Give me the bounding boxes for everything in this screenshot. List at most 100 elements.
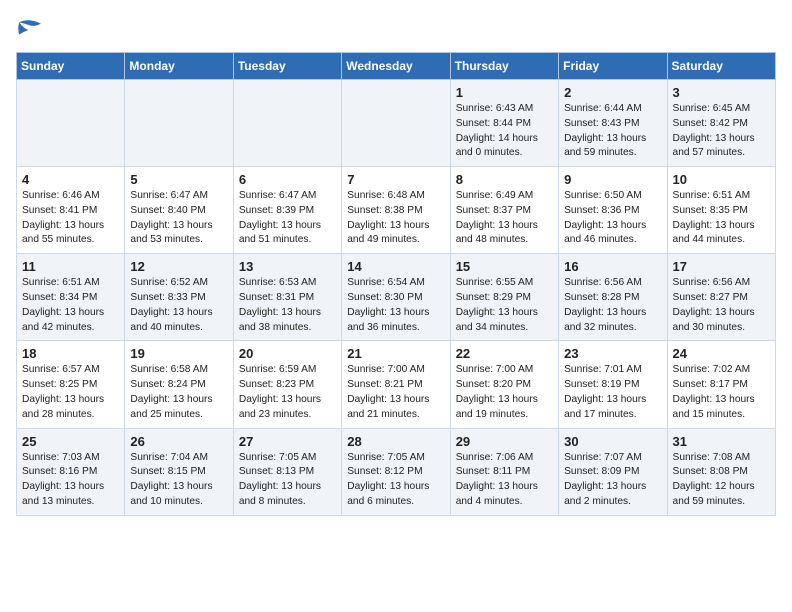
calendar-cell: 15Sunrise: 6:55 AM Sunset: 8:29 PM Dayli… bbox=[450, 254, 558, 341]
day-number: 29 bbox=[456, 434, 553, 449]
day-info: Sunrise: 6:57 AM Sunset: 8:25 PM Dayligh… bbox=[22, 363, 119, 422]
calendar-cell: 16 Sunrise: 6:56 AM Sunset: 8:28 PM Dayli… bbox=[559, 254, 667, 341]
day-number: 11 bbox=[22, 259, 119, 274]
day-number: 28 bbox=[347, 434, 444, 449]
calendar-cell: 23 Sunrise: 7:01 AM Sunset: 8:19 PM Dayli… bbox=[559, 341, 667, 428]
header-row: SundayMondayTuesdayWednesdayThursdayFrid… bbox=[17, 53, 776, 80]
header-monday: Monday bbox=[125, 53, 233, 80]
day-info: Sunrise: 6:53 AM Sunset: 8:31 PM Dayligh… bbox=[239, 276, 336, 335]
day-number: 30 bbox=[564, 434, 661, 449]
day-info: Sunrise: 7:00 AM Sunset: 8:20 PM Dayligh… bbox=[456, 363, 553, 422]
logo-icon bbox=[16, 16, 44, 44]
calendar-cell: 14Sunrise: 6:54 AM Sunset: 8:30 PM Dayli… bbox=[342, 254, 450, 341]
day-info: Sunrise: 6:58 AM Sunset: 8:24 PM Dayligh… bbox=[130, 363, 227, 422]
calendar-cell: 25 Sunrise: 7:03 AM Sunset: 8:16 PM Dayli… bbox=[17, 428, 125, 515]
calendar-cell: 20 Sunrise: 6:59 AM Sunset: 8:23 PM Dayli… bbox=[233, 341, 341, 428]
page-header bbox=[16, 16, 776, 44]
day-info: Sunrise: 6:47 AM Sunset: 8:39 PM Dayligh… bbox=[239, 189, 336, 248]
day-number: 17 bbox=[673, 259, 770, 274]
day-info: Sunrise: 6:54 AM Sunset: 8:30 PM Dayligh… bbox=[347, 276, 444, 335]
calendar-cell: 10 Sunrise: 6:51 AM Sunset: 8:35 PM Dayli… bbox=[667, 167, 775, 254]
day-number: 13 bbox=[239, 259, 336, 274]
day-info: Sunrise: 6:46 AM Sunset: 8:41 PM Dayligh… bbox=[22, 189, 119, 248]
calendar-cell: 1 Sunrise: 6:43 AM Sunset: 8:44 PM Daylig… bbox=[450, 80, 558, 167]
day-number: 4 bbox=[22, 172, 119, 187]
header-thursday: Thursday bbox=[450, 53, 558, 80]
calendar-cell: 19 Sunrise: 6:58 AM Sunset: 8:24 PM Dayli… bbox=[125, 341, 233, 428]
day-info: Sunrise: 7:03 AM Sunset: 8:16 PM Dayligh… bbox=[22, 451, 119, 510]
day-number: 31 bbox=[673, 434, 770, 449]
day-number: 20 bbox=[239, 346, 336, 361]
day-info: Sunrise: 6:45 AM Sunset: 8:42 PM Dayligh… bbox=[673, 102, 770, 161]
day-info: Sunrise: 6:47 AM Sunset: 8:40 PM Dayligh… bbox=[130, 189, 227, 248]
calendar-cell: 27 Sunrise: 7:05 AM Sunset: 8:13 PM Dayli… bbox=[233, 428, 341, 515]
calendar-cell: 12 Sunrise: 6:52 AM Sunset: 8:33 PM Dayli… bbox=[125, 254, 233, 341]
calendar-cell: 3 Sunrise: 6:45 AM Sunset: 8:42 PM Daylig… bbox=[667, 80, 775, 167]
day-info: Sunrise: 7:01 AM Sunset: 8:19 PM Dayligh… bbox=[564, 363, 661, 422]
day-info: Sunrise: 6:51 AM Sunset: 8:34 PM Dayligh… bbox=[22, 276, 119, 335]
day-number: 8 bbox=[456, 172, 553, 187]
day-info: Sunrise: 6:48 AM Sunset: 8:38 PM Dayligh… bbox=[347, 189, 444, 248]
day-number: 12 bbox=[130, 259, 227, 274]
calendar-table: SundayMondayTuesdayWednesdayThursdayFrid… bbox=[16, 52, 776, 516]
day-number: 25 bbox=[22, 434, 119, 449]
calendar-cell bbox=[17, 80, 125, 167]
week-row-1: 4 Sunrise: 6:46 AM Sunset: 8:41 PM Daylig… bbox=[17, 167, 776, 254]
day-number: 24 bbox=[673, 346, 770, 361]
day-info: Sunrise: 6:51 AM Sunset: 8:35 PM Dayligh… bbox=[673, 189, 770, 248]
calendar-cell: 28 Sunrise: 7:05 AM Sunset: 8:12 PM Dayli… bbox=[342, 428, 450, 515]
week-row-4: 25 Sunrise: 7:03 AM Sunset: 8:16 PM Dayli… bbox=[17, 428, 776, 515]
day-info: Sunrise: 7:02 AM Sunset: 8:17 PM Dayligh… bbox=[673, 363, 770, 422]
calendar-header: SundayMondayTuesdayWednesdayThursdayFrid… bbox=[17, 53, 776, 80]
calendar-cell: 4 Sunrise: 6:46 AM Sunset: 8:41 PM Daylig… bbox=[17, 167, 125, 254]
day-number: 22 bbox=[456, 346, 553, 361]
day-info: Sunrise: 6:49 AM Sunset: 8:37 PM Dayligh… bbox=[456, 189, 553, 248]
day-info: Sunrise: 6:59 AM Sunset: 8:23 PM Dayligh… bbox=[239, 363, 336, 422]
day-info: Sunrise: 6:43 AM Sunset: 8:44 PM Dayligh… bbox=[456, 102, 553, 161]
week-row-3: 18 Sunrise: 6:57 AM Sunset: 8:25 PM Dayli… bbox=[17, 341, 776, 428]
day-number: 9 bbox=[564, 172, 661, 187]
day-number: 1 bbox=[456, 85, 553, 100]
calendar-cell: 17 Sunrise: 6:56 AM Sunset: 8:27 PM Dayli… bbox=[667, 254, 775, 341]
calendar-cell: 8 Sunrise: 6:49 AM Sunset: 8:37 PM Daylig… bbox=[450, 167, 558, 254]
day-info: Sunrise: 7:04 AM Sunset: 8:15 PM Dayligh… bbox=[130, 451, 227, 510]
day-number: 3 bbox=[673, 85, 770, 100]
week-row-0: 1 Sunrise: 6:43 AM Sunset: 8:44 PM Daylig… bbox=[17, 80, 776, 167]
calendar-cell: 31 Sunrise: 7:08 AM Sunset: 8:08 PM Dayli… bbox=[667, 428, 775, 515]
day-number: 26 bbox=[130, 434, 227, 449]
day-number: 27 bbox=[239, 434, 336, 449]
day-info: Sunrise: 7:06 AM Sunset: 8:11 PM Dayligh… bbox=[456, 451, 553, 510]
day-info: Sunrise: 7:00 AM Sunset: 8:21 PM Dayligh… bbox=[347, 363, 444, 422]
day-number: 7 bbox=[347, 172, 444, 187]
day-number: 2 bbox=[564, 85, 661, 100]
day-info: Sunrise: 6:52 AM Sunset: 8:33 PM Dayligh… bbox=[130, 276, 227, 335]
day-info: Sunrise: 6:56 AM Sunset: 8:28 PM Dayligh… bbox=[564, 276, 661, 335]
calendar-cell: 24 Sunrise: 7:02 AM Sunset: 8:17 PM Dayli… bbox=[667, 341, 775, 428]
calendar-cell: 6Sunrise: 6:47 AM Sunset: 8:39 PM Daylig… bbox=[233, 167, 341, 254]
calendar-cell: 21Sunrise: 7:00 AM Sunset: 8:21 PM Dayli… bbox=[342, 341, 450, 428]
day-info: Sunrise: 7:05 AM Sunset: 8:12 PM Dayligh… bbox=[347, 451, 444, 510]
calendar-cell: 13 Sunrise: 6:53 AM Sunset: 8:31 PM Dayli… bbox=[233, 254, 341, 341]
day-info: Sunrise: 6:44 AM Sunset: 8:43 PM Dayligh… bbox=[564, 102, 661, 161]
calendar-cell: 26 Sunrise: 7:04 AM Sunset: 8:15 PM Dayli… bbox=[125, 428, 233, 515]
header-saturday: Saturday bbox=[667, 53, 775, 80]
day-number: 23 bbox=[564, 346, 661, 361]
day-info: Sunrise: 7:08 AM Sunset: 8:08 PM Dayligh… bbox=[673, 451, 770, 510]
day-info: Sunrise: 6:50 AM Sunset: 8:36 PM Dayligh… bbox=[564, 189, 661, 248]
day-number: 16 bbox=[564, 259, 661, 274]
day-number: 15 bbox=[456, 259, 553, 274]
week-row-2: 11 Sunrise: 6:51 AM Sunset: 8:34 PM Dayli… bbox=[17, 254, 776, 341]
day-info: Sunrise: 7:05 AM Sunset: 8:13 PM Dayligh… bbox=[239, 451, 336, 510]
header-wednesday: Wednesday bbox=[342, 53, 450, 80]
day-number: 10 bbox=[673, 172, 770, 187]
day-info: Sunrise: 7:07 AM Sunset: 8:09 PM Dayligh… bbox=[564, 451, 661, 510]
calendar-cell bbox=[342, 80, 450, 167]
calendar-cell: 18 Sunrise: 6:57 AM Sunset: 8:25 PM Dayli… bbox=[17, 341, 125, 428]
day-number: 19 bbox=[130, 346, 227, 361]
header-sunday: Sunday bbox=[17, 53, 125, 80]
calendar-body: 1 Sunrise: 6:43 AM Sunset: 8:44 PM Daylig… bbox=[17, 80, 776, 516]
header-tuesday: Tuesday bbox=[233, 53, 341, 80]
calendar-cell: 11 Sunrise: 6:51 AM Sunset: 8:34 PM Dayli… bbox=[17, 254, 125, 341]
day-info: Sunrise: 6:56 AM Sunset: 8:27 PM Dayligh… bbox=[673, 276, 770, 335]
day-number: 18 bbox=[22, 346, 119, 361]
